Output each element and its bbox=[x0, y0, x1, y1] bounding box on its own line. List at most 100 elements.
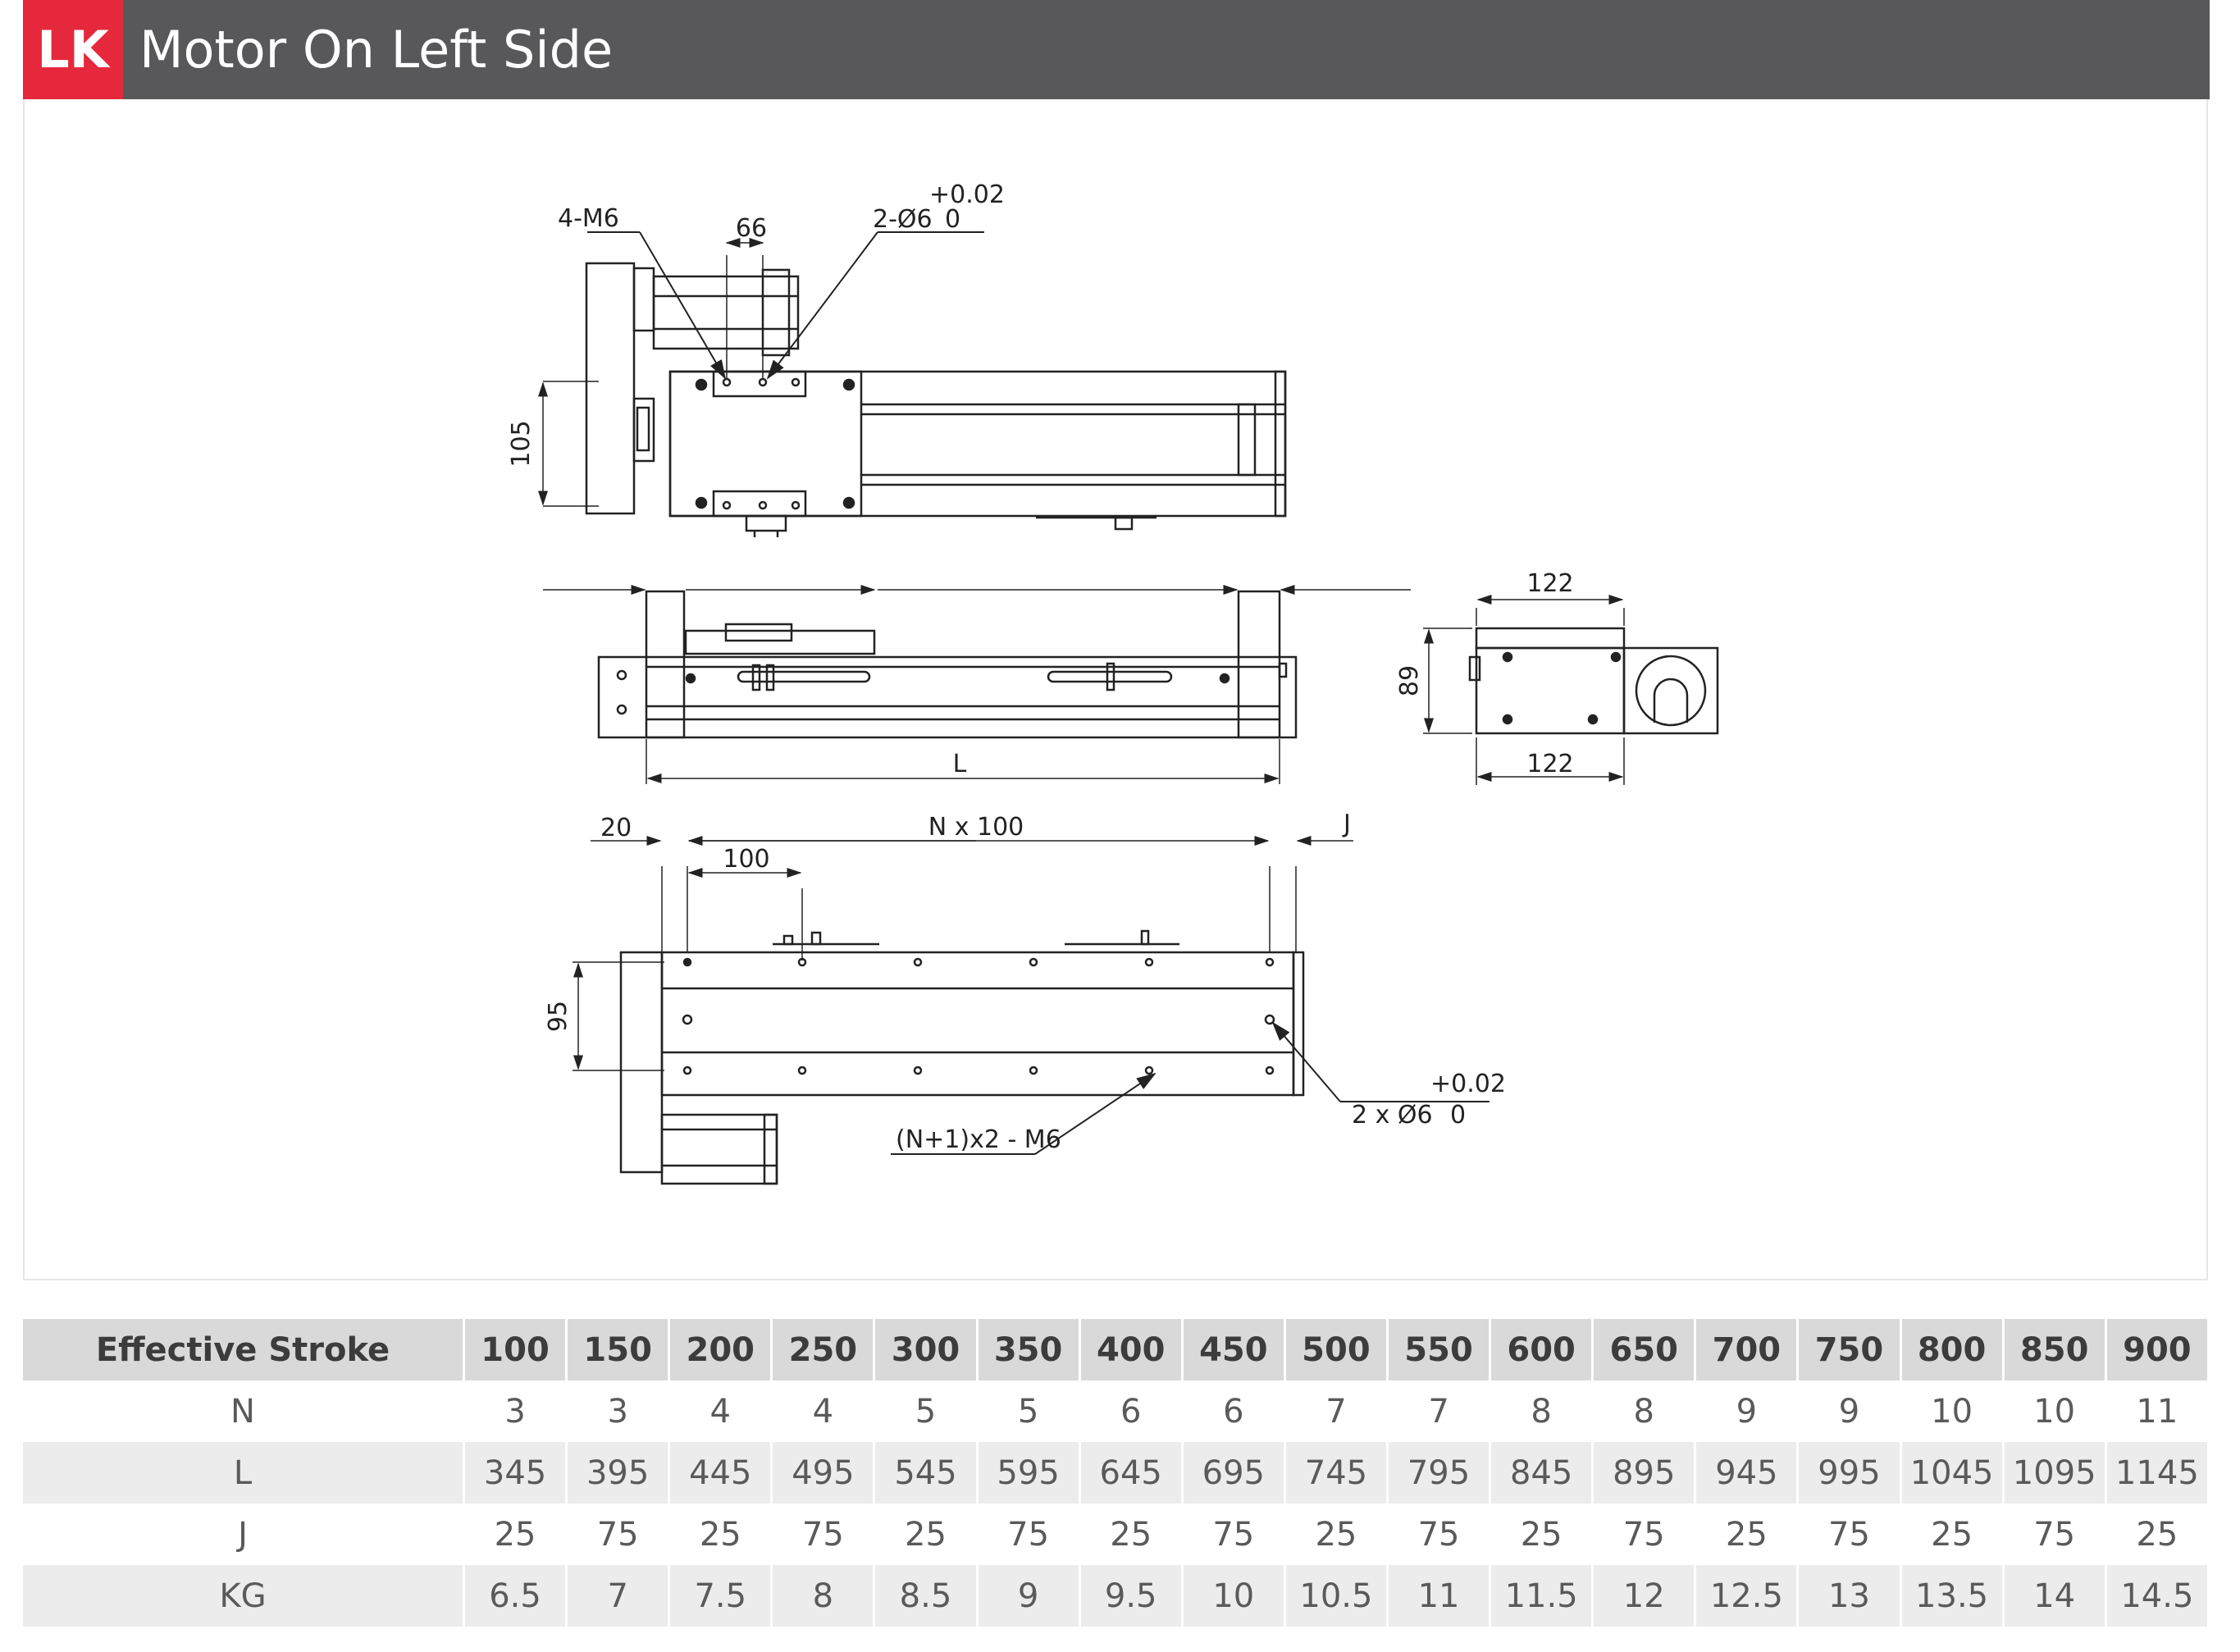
dim-20: 20 bbox=[600, 814, 632, 842]
stroke-header: 350 bbox=[977, 1319, 1081, 1380]
table-cell: 9.5 bbox=[1079, 1565, 1184, 1627]
table-cell: 6 bbox=[1079, 1380, 1184, 1442]
stroke-header: 600 bbox=[1490, 1319, 1594, 1380]
table-cell: 75 bbox=[977, 1504, 1081, 1565]
table-cell: 10 bbox=[2003, 1380, 2107, 1442]
dim-100: 100 bbox=[723, 845, 769, 874]
table-cell: 75 bbox=[1387, 1504, 1492, 1565]
table-cell: 645 bbox=[1079, 1442, 1184, 1504]
table-cell: 945 bbox=[1695, 1442, 1800, 1504]
label-2-pin: 2-Ø6 bbox=[873, 205, 933, 234]
table-cell: 75 bbox=[1182, 1504, 1286, 1565]
drawing-panel: 4-M6 66 +0.02 2-Ø6 0 105 L 122 122 89 20… bbox=[23, 99, 2208, 1280]
table-cell: 13.5 bbox=[1900, 1565, 2005, 1627]
spec-table: Effective Stroke 100 150 200 250 300 350… bbox=[23, 1319, 2210, 1627]
dim-122-top: 122 bbox=[1526, 569, 1573, 598]
label-2x-pin: 2 x Ø6 bbox=[1352, 1101, 1433, 1129]
table-cell: 10 bbox=[1182, 1565, 1286, 1627]
row-label: L bbox=[23, 1442, 465, 1504]
table-cell: 11 bbox=[2105, 1380, 2210, 1442]
table-row: J 25 75 25 75 25 75 25 75 25 75 25 75 25 75 25 75 25 bbox=[23, 1504, 2210, 1565]
table-cell: 4 bbox=[668, 1380, 773, 1442]
table-cell: 495 bbox=[771, 1442, 876, 1504]
table-cell: 4 bbox=[771, 1380, 876, 1442]
table-cell: 7 bbox=[1284, 1380, 1389, 1442]
stroke-header: 800 bbox=[1900, 1319, 2005, 1380]
side-view bbox=[543, 585, 1411, 784]
table-cell: 25 bbox=[1900, 1504, 2005, 1565]
table-cell: 8 bbox=[771, 1565, 876, 1627]
stroke-header: 400 bbox=[1079, 1319, 1184, 1380]
label-holes: (N+1)x2 - M6 bbox=[896, 1125, 1061, 1154]
table-cell: 25 bbox=[2105, 1504, 2210, 1565]
table-cell: 12 bbox=[1592, 1565, 1697, 1627]
table-cell: 1045 bbox=[1900, 1442, 2005, 1504]
table-cell: 25 bbox=[1695, 1504, 1800, 1565]
table-cell: 7.5 bbox=[668, 1565, 773, 1627]
table-cell: 8.5 bbox=[874, 1565, 979, 1627]
dim-n100: N x 100 bbox=[928, 813, 1024, 842]
table-header-row: Effective Stroke 100 150 200 250 300 350… bbox=[23, 1319, 2210, 1380]
table-cell: 9 bbox=[1797, 1380, 1902, 1442]
table-cell: 10.5 bbox=[1284, 1565, 1389, 1627]
table-cell: 11.5 bbox=[1490, 1565, 1594, 1627]
table-cell: 7 bbox=[566, 1565, 671, 1627]
table-cell: 10 bbox=[1900, 1380, 2005, 1442]
table-cell: 12.5 bbox=[1695, 1565, 1800, 1627]
table-cell: 25 bbox=[463, 1504, 568, 1565]
table-cell: 75 bbox=[566, 1504, 671, 1565]
table-cell: 9 bbox=[1695, 1380, 1800, 1442]
table-cell: 6 bbox=[1182, 1380, 1286, 1442]
table-cell: 8 bbox=[1490, 1380, 1594, 1442]
technical-drawing: 4-M6 66 +0.02 2-Ø6 0 105 L 122 122 89 20… bbox=[507, 180, 1719, 1185]
stroke-header: 900 bbox=[2105, 1319, 2210, 1380]
table-cell: 7 bbox=[1387, 1380, 1492, 1442]
header-label: Effective Stroke bbox=[23, 1319, 465, 1380]
stroke-header: 100 bbox=[463, 1319, 568, 1380]
table-cell: 695 bbox=[1182, 1442, 1286, 1504]
table-cell: 445 bbox=[668, 1442, 773, 1504]
stroke-header: 250 bbox=[771, 1319, 876, 1380]
header-bar: LK Motor On Left Side bbox=[23, 0, 2210, 99]
dim-95: 95 bbox=[544, 1001, 573, 1032]
page-title: Motor On Left Side bbox=[139, 20, 614, 80]
table-cell: 3 bbox=[463, 1380, 568, 1442]
stroke-header: 850 bbox=[2003, 1319, 2107, 1380]
table-cell: 795 bbox=[1387, 1442, 1492, 1504]
stroke-header: 300 bbox=[874, 1319, 979, 1380]
table-cell: 14 bbox=[2003, 1565, 2107, 1627]
dim-89: 89 bbox=[1395, 665, 1424, 696]
stroke-header: 650 bbox=[1592, 1319, 1697, 1380]
model-badge: LK bbox=[23, 0, 123, 99]
table-row: N 3 3 4 4 5 5 6 6 7 7 8 8 9 9 10 10 11 bbox=[23, 1380, 2210, 1442]
tol-bottom-upper: 0 bbox=[945, 205, 960, 234]
dim-66: 66 bbox=[736, 214, 767, 243]
table-cell: 595 bbox=[977, 1442, 1081, 1504]
stroke-header: 750 bbox=[1797, 1319, 1902, 1380]
table-cell: 14.5 bbox=[2105, 1565, 2210, 1627]
table-row: KG 6.5 7 7.5 8 8.5 9 9.5 10 10.5 11 11.5 12 12.5 13 13.… bbox=[23, 1565, 2210, 1627]
row-label: KG bbox=[23, 1565, 465, 1627]
stroke-header: 200 bbox=[668, 1319, 773, 1380]
table-cell: 995 bbox=[1797, 1442, 1902, 1504]
table-body: N 3 3 4 4 5 5 6 6 7 7 8 8 9 9 10 10 11 L 345 395 445 495 545 595… bbox=[23, 1380, 2210, 1627]
label-4m6: 4-M6 bbox=[558, 204, 619, 233]
stroke-header: 450 bbox=[1182, 1319, 1286, 1380]
table-cell: 545 bbox=[874, 1442, 979, 1504]
table-cell: 9 bbox=[977, 1565, 1081, 1627]
table-cell: 25 bbox=[668, 1504, 773, 1565]
table-cell: 25 bbox=[1284, 1504, 1389, 1565]
table-cell: 13 bbox=[1797, 1565, 1902, 1627]
table-cell: 1145 bbox=[2105, 1442, 2210, 1504]
table-row: L 345 395 445 495 545 595 645 695 745 795 845 895 945… bbox=[23, 1442, 2210, 1504]
table-cell: 25 bbox=[874, 1504, 979, 1565]
table-cell: 25 bbox=[1490, 1504, 1594, 1565]
table-cell: 5 bbox=[874, 1380, 979, 1442]
tol-top-upper: +0.02 bbox=[929, 180, 1005, 209]
table-cell: 395 bbox=[566, 1442, 671, 1504]
table-cell: 3 bbox=[566, 1380, 671, 1442]
table-cell: 75 bbox=[1592, 1504, 1697, 1565]
row-label: J bbox=[23, 1504, 465, 1565]
stroke-header: 150 bbox=[566, 1319, 671, 1380]
table-cell: 895 bbox=[1592, 1442, 1697, 1504]
